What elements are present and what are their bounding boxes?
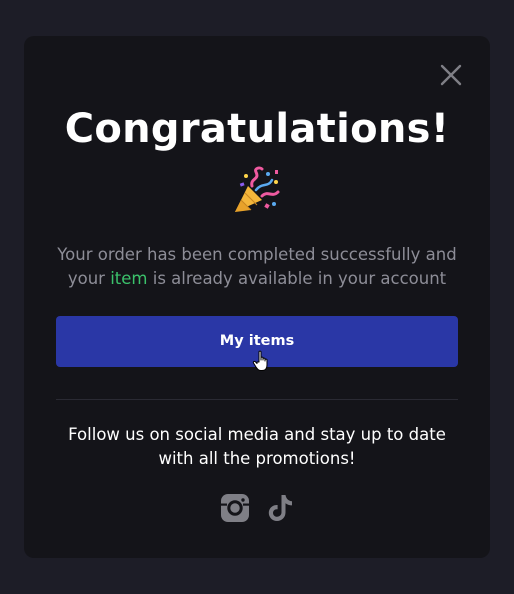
divider [56,399,458,400]
message-text-end: is already available in your account [147,269,447,288]
follow-us-text: Follow us on social media and stay up to… [68,425,446,468]
modal-title: Congratulations! [64,106,450,152]
tiktok-icon [268,495,292,521]
tiktok-link[interactable] [265,493,295,523]
instagram-link[interactable] [220,493,250,523]
message-highlight-item: item [110,269,148,288]
close-button[interactable] [438,62,464,88]
party-popper-icon [235,166,280,212]
instagram-icon [221,494,249,522]
order-success-message: Your order has been completed successful… [44,243,470,291]
hand-pointer-icon [252,350,268,371]
congratulations-modal: Congratulations! Your order has been com… [24,36,490,558]
close-icon [440,64,462,86]
